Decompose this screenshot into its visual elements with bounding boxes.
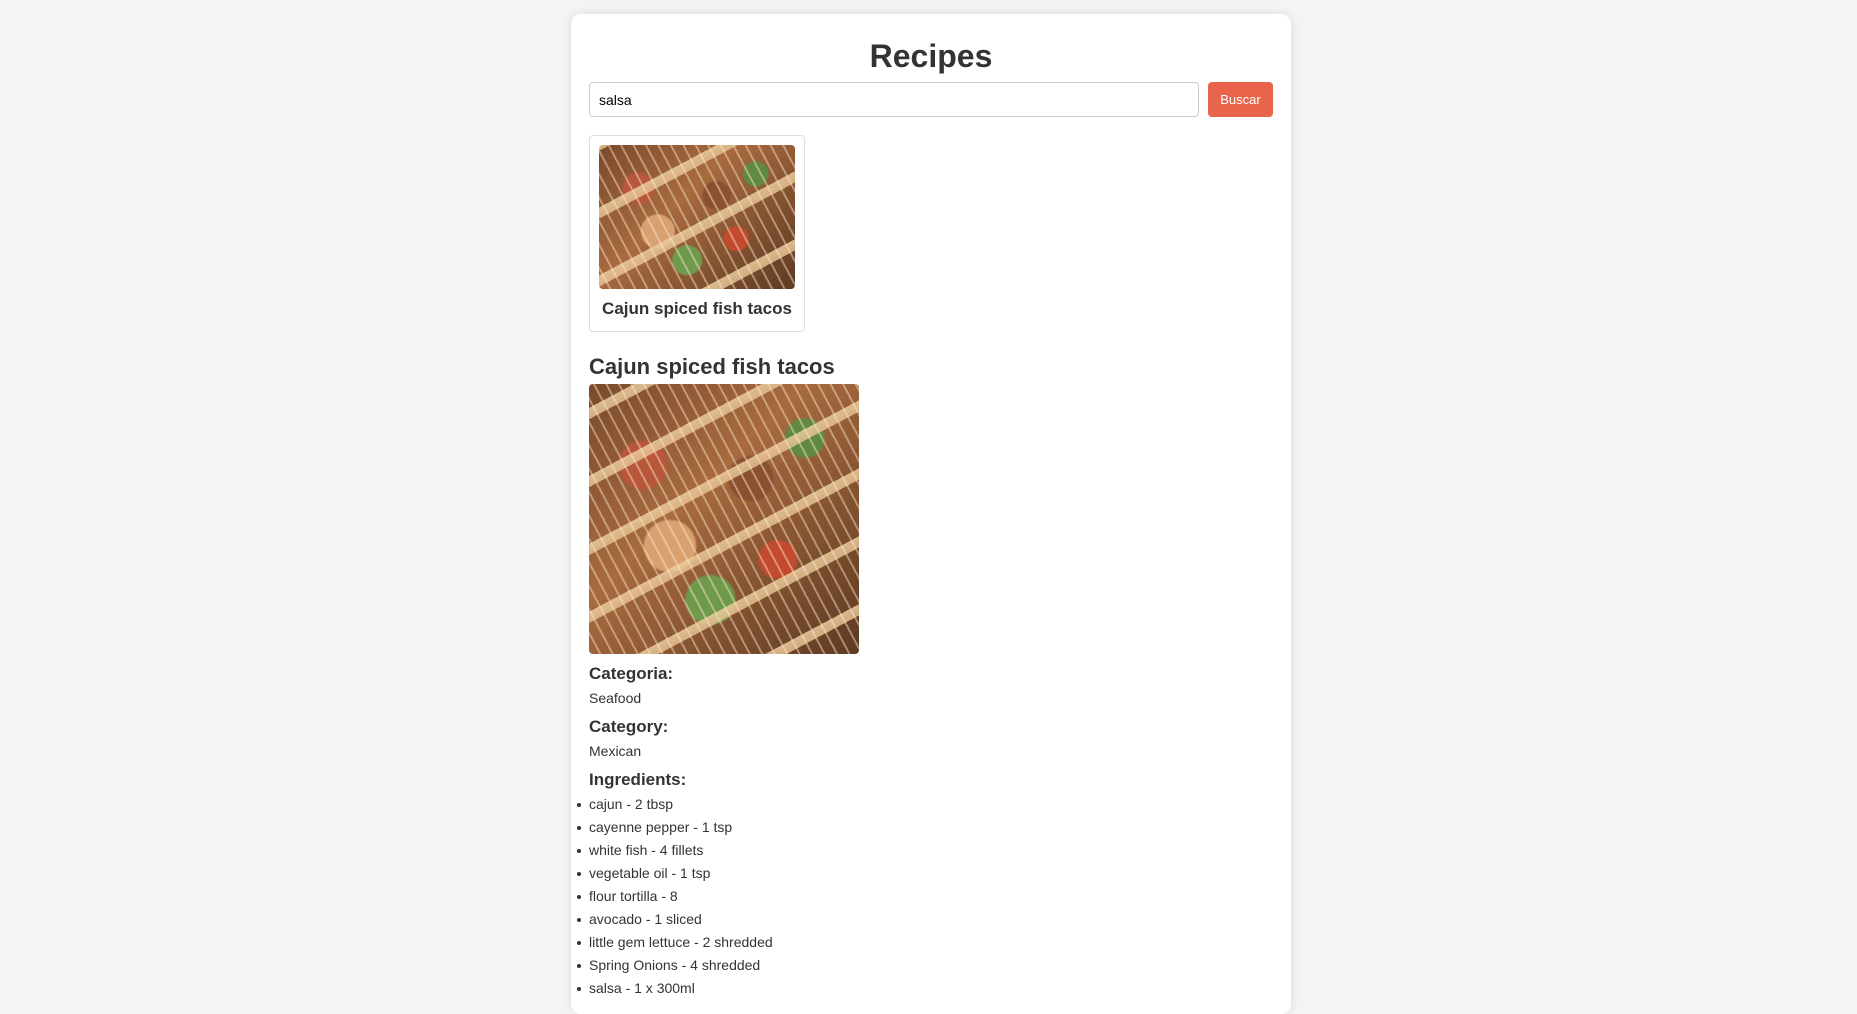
recipe-card-image[interactable] bbox=[599, 145, 795, 289]
recipe-detail: Cajun spiced fish tacos Categoria: Seafo… bbox=[577, 354, 1273, 997]
categoria-label: Categoria: bbox=[589, 664, 674, 683]
recipe-detail-image bbox=[589, 384, 859, 654]
ingredient-item: salsa - 1 x 300ml bbox=[577, 980, 1273, 997]
category-label: Category: bbox=[589, 717, 669, 736]
search-button[interactable]: Buscar bbox=[1208, 82, 1273, 117]
recipes-app-container: Recipes Buscar Cajun spiced fish tacos C… bbox=[571, 14, 1291, 1014]
recipe-card[interactable]: Cajun spiced fish tacos bbox=[589, 135, 805, 332]
page-title: Recipes bbox=[869, 38, 993, 74]
ingredient-item: white fish - 4 fillets bbox=[577, 842, 1273, 859]
recipe-detail-title: Cajun spiced fish tacos bbox=[589, 354, 835, 379]
ingredient-item: avocado - 1 sliced bbox=[577, 911, 1273, 928]
category-value: Mexican bbox=[589, 743, 642, 759]
search-input[interactable] bbox=[589, 82, 1199, 117]
ingredients-list: cajun - 2 tbsp cayenne pepper - 1 tsp wh… bbox=[577, 796, 1273, 997]
search-bar: Buscar bbox=[589, 82, 1273, 117]
ingredients-label: Ingredients: bbox=[589, 770, 687, 789]
categoria-value: Seafood bbox=[589, 690, 642, 706]
ingredient-item: cajun - 2 tbsp bbox=[577, 796, 1273, 813]
ingredient-item: vegetable oil - 1 tsp bbox=[577, 865, 1273, 882]
results-grid: Cajun spiced fish tacos bbox=[589, 135, 1273, 332]
ingredient-item: flour tortilla - 8 bbox=[577, 888, 1273, 905]
ingredient-item: Spring Onions - 4 shredded bbox=[577, 957, 1273, 974]
ingredient-item: cayenne pepper - 1 tsp bbox=[577, 819, 1273, 836]
recipe-card-title[interactable]: Cajun spiced fish tacos bbox=[599, 299, 795, 319]
ingredient-item: little gem lettuce - 2 shredded bbox=[577, 934, 1273, 951]
